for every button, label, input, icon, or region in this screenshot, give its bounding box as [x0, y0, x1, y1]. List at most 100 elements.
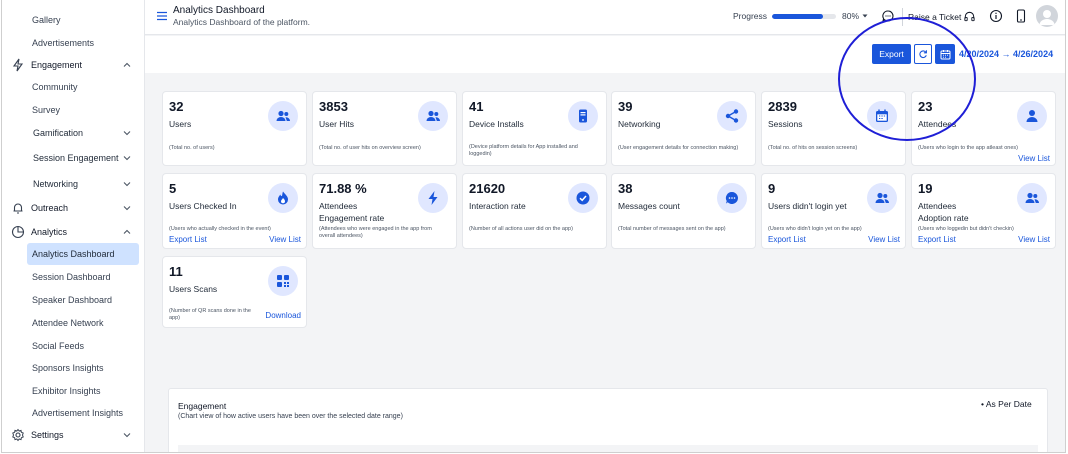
sidebar-item-survey[interactable]: Survey — [2, 99, 144, 121]
bell-icon — [13, 203, 23, 214]
sidebar-item-label: Gamification — [33, 128, 84, 138]
sidebar-item-attendee-network[interactable]: Attendee Network — [2, 312, 144, 334]
calendar-icon — [867, 101, 897, 131]
pie-chart-icon — [11, 225, 25, 239]
sidebar-item-label: Engagement — [31, 60, 83, 70]
stat-card-engagement-rate[interactable]: 71.88 % Attendees Engagement rate (Atten… — [312, 173, 457, 249]
refresh-button[interactable] — [914, 44, 932, 64]
sidebar-item-social-feeds[interactable]: Social Feeds — [2, 335, 144, 357]
sidebar-item-networking[interactable]: Networking — [2, 173, 144, 195]
download-link[interactable]: Download — [265, 311, 301, 320]
chart-legend[interactable]: • As Per Date — [981, 399, 1032, 409]
stat-card-messages-count[interactable]: 38 Messages count (Total number of messa… — [611, 173, 756, 249]
stat-value: 2839 — [768, 99, 797, 114]
stat-value: 9 — [768, 181, 776, 196]
info-icon[interactable] — [989, 9, 1003, 23]
stat-label: Attendees Engagement rate — [319, 201, 385, 223]
stat-card-interaction-rate[interactable]: 21620 Interaction rate (Number of all ac… — [462, 173, 607, 249]
stat-description: (Users who login to the app atleast ones… — [918, 145, 1018, 151]
phone-icon — [568, 101, 598, 131]
calendar-icon — [940, 49, 950, 59]
stat-label: Users — [169, 119, 192, 129]
chevron-down-icon — [123, 433, 131, 438]
stat-card-device-installs[interactable]: 41 Device Installs (Device platform deta… — [462, 91, 607, 166]
chat-bubble-icon[interactable] — [881, 9, 895, 23]
panel-title: Engagement — [178, 401, 227, 411]
sidebar-item-gamification[interactable]: Gamification — [2, 122, 144, 144]
stat-description: (User engagement details for connection … — [618, 145, 739, 151]
sidebar-item-analytics[interactable]: Analytics — [2, 221, 144, 243]
stat-description: (Total no. of user hits on overview scre… — [319, 145, 421, 151]
stat-description: (Total number of messages sent on the ap… — [618, 226, 726, 232]
users-icon — [1017, 183, 1047, 213]
stat-card-user-hits[interactable]: 3853 User Hits (Total no. of user hits o… — [312, 91, 457, 166]
stat-value: 5 — [169, 181, 177, 196]
message-icon — [717, 183, 747, 213]
stat-card-users-checked-in[interactable]: 5 Users Checked In (Users who actually c… — [162, 173, 307, 249]
sidebar-item-advertisement-insights[interactable]: Advertisement Insights — [2, 402, 144, 424]
share-icon — [717, 101, 747, 131]
sidebar-item-outreach[interactable]: Outreach — [2, 197, 144, 219]
export-list-link[interactable]: Export List — [768, 235, 806, 244]
sidebar-item-label: Settings — [31, 430, 64, 440]
sidebar-item-sponsors-insights[interactable]: Sponsors Insights — [2, 357, 144, 379]
view-list-link[interactable]: View List — [269, 235, 301, 244]
export-button[interactable]: Export — [872, 44, 911, 64]
stat-label: User Hits — [319, 119, 354, 129]
stat-card-users[interactable]: 32 Users (Total no. of users) — [162, 91, 307, 166]
sidebar-item-label: Community — [32, 82, 78, 92]
view-list-link[interactable]: View List — [868, 235, 900, 244]
sidebar-item-community[interactable]: Community — [2, 76, 144, 98]
stat-card-attendees[interactable]: 23 Attendees (Users who login to the app… — [911, 91, 1056, 166]
stat-label: Sessions — [768, 119, 803, 129]
view-list-link[interactable]: View List — [1018, 154, 1050, 163]
sidebar: Gallery Advertisements Engagement Commun… — [2, 0, 145, 452]
stat-card-users-scans[interactable]: 11 Users Scans (Number of QR scans done … — [162, 256, 307, 328]
users-icon — [418, 101, 448, 131]
sidebar-item-advertisements[interactable]: Advertisements — [2, 32, 144, 54]
user-avatar[interactable] — [1036, 5, 1058, 27]
sidebar-item-settings[interactable]: Settings — [2, 424, 144, 446]
sidebar-item-label: Advertisement Insights — [32, 408, 124, 418]
stat-description: (Number of all actions user did on the a… — [469, 226, 573, 232]
sidebar-item-session-dashboard[interactable]: Session Dashboard — [2, 266, 144, 288]
chevron-down-icon — [123, 131, 131, 136]
chevron-up-icon — [123, 229, 131, 234]
chevron-down-icon — [123, 182, 131, 187]
stat-card-networking[interactable]: 39 Networking (User engagement details f… — [611, 91, 756, 166]
stat-value: 32 — [169, 99, 184, 114]
stat-description: (Total no. of hits on session screens) — [768, 145, 858, 151]
gear-icon — [12, 428, 24, 442]
date-picker-button[interactable] — [935, 44, 955, 64]
sidebar-item-speaker-dashboard[interactable]: Speaker Dashboard — [2, 289, 144, 311]
sidebar-item-label: Session Dashboard — [32, 272, 111, 282]
stat-description: (Attendees who were engaged in the app f… — [319, 226, 432, 239]
sidebar-item-label: Speaker Dashboard — [32, 295, 113, 305]
sidebar-item-engagement[interactable]: Engagement — [2, 54, 144, 76]
stat-label: Device Installs — [469, 119, 524, 129]
stat-description: (Users who loggedin but didn't checkin) — [918, 226, 1014, 232]
export-list-link[interactable]: Export List — [918, 235, 956, 244]
chevron-down-icon[interactable] — [861, 12, 869, 20]
stat-card-sessions[interactable]: 2839 Sessions (Total no. of hits on sess… — [761, 91, 906, 166]
sidebar-item-session-engagement[interactable]: Session Engagement — [2, 147, 144, 169]
export-list-link[interactable]: Export List — [169, 235, 207, 244]
stat-label: Interaction rate — [469, 201, 526, 211]
stat-value: 39 — [618, 99, 633, 114]
menu-icon[interactable] — [156, 10, 168, 22]
sidebar-item-analytics-dashboard[interactable]: Analytics Dashboard — [27, 243, 139, 265]
date-range-text[interactable]: 4/20/2024 → 4/26/2024 — [959, 49, 1053, 59]
view-list-link[interactable]: View List — [1018, 235, 1050, 244]
sidebar-item-label: Survey — [32, 105, 61, 115]
sidebar-item-exhibitor-insights[interactable]: Exhibitor Insights — [2, 380, 144, 402]
headset-icon[interactable] — [963, 10, 976, 23]
stat-card-users-not-logged-in[interactable]: 9 Users didn't login yet (Users who didn… — [761, 173, 906, 249]
sidebar-item-gallery[interactable]: Gallery — [2, 9, 144, 31]
stat-description: (Total no. of users) — [169, 145, 215, 151]
sidebar-item-label: Networking — [33, 179, 79, 189]
bolt-icon — [418, 183, 448, 213]
stat-card-adoption-rate[interactable]: 19 Attendees Adoption rate (Users who lo… — [911, 173, 1056, 249]
panel-subtitle: (Chart view of how active users have bee… — [178, 413, 403, 420]
mobile-device-icon[interactable] — [1015, 9, 1027, 23]
stat-value: 21620 — [469, 181, 506, 196]
